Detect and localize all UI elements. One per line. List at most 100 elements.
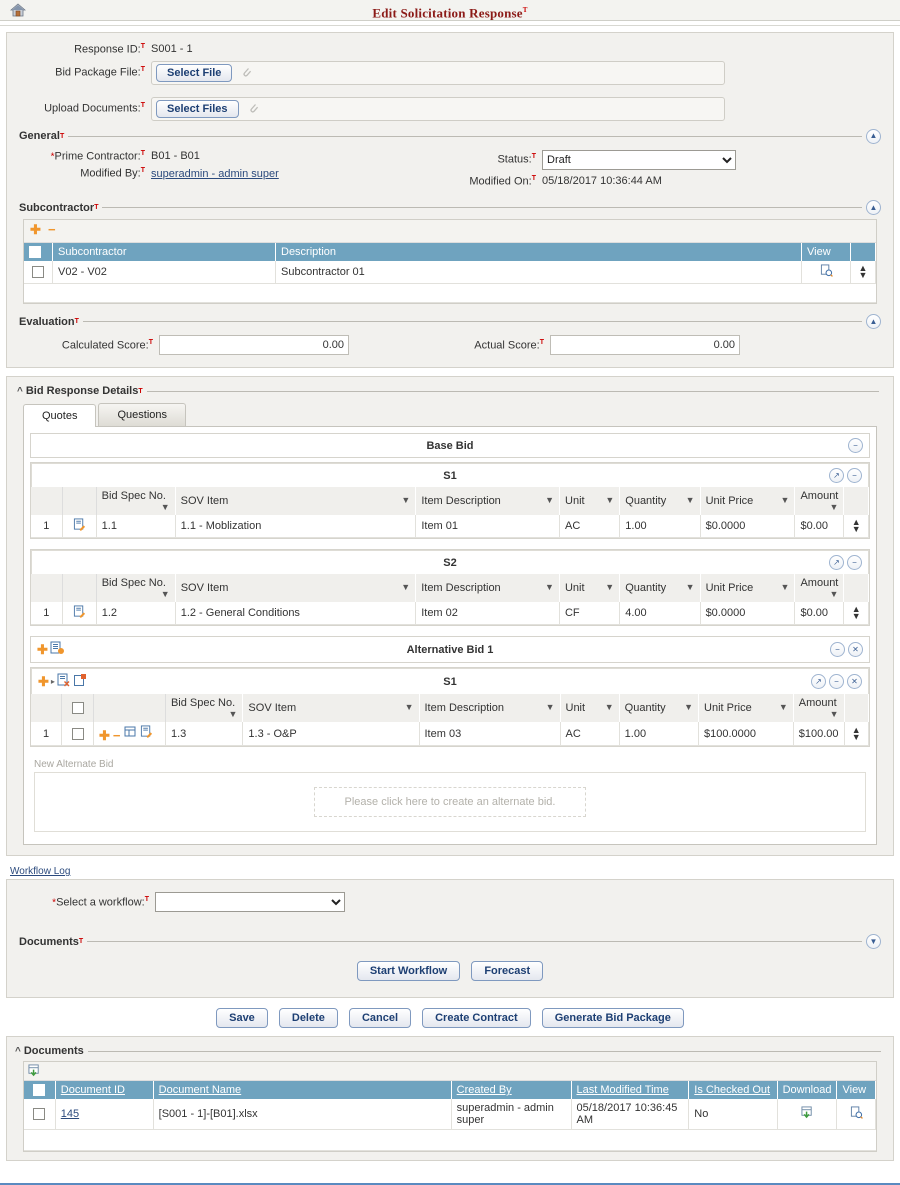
filter-icon[interactable]: ▼ — [546, 702, 555, 712]
workflow-documents-expand-icon[interactable]: ▼ — [866, 934, 881, 949]
s2-collapse-icon[interactable]: − — [847, 555, 862, 571]
home-icon[interactable] — [9, 2, 27, 18]
select-all-checkbox[interactable] — [33, 1084, 46, 1097]
alt-s1-collapse-icon[interactable]: − — [829, 674, 844, 690]
row-scroll-spinner[interactable]: ▲ ▼ — [843, 602, 869, 626]
modified-by-value[interactable]: superadmin - admin super — [151, 168, 279, 180]
alt-s1-delete-icon[interactable]: ✕ — [847, 674, 862, 690]
generate-bid-package-button[interactable]: Generate Bid Package — [541, 1008, 684, 1028]
filter-icon[interactable]: ▼ — [545, 582, 554, 592]
column-last-modified-time[interactable]: Last Modified Time — [577, 1084, 669, 1096]
select-all-checkbox[interactable] — [29, 246, 41, 259]
delete-button[interactable]: Delete — [278, 1008, 338, 1028]
row-checkbox[interactable] — [71, 727, 84, 740]
alternate-bid-settings-icon[interactable] — [50, 641, 65, 658]
workflow-area: Workflow Log — [6, 856, 894, 879]
download-all-icon[interactable] — [28, 1064, 41, 1080]
alternative-bid-delete-icon[interactable]: ✕ — [848, 642, 863, 658]
column-is-checked-out[interactable]: Is Checked Out — [694, 1084, 770, 1096]
add-alternate-bid-icon[interactable]: ✚ — [37, 643, 48, 656]
s2-expand-icon[interactable]: ↗ — [829, 555, 844, 571]
general-collapse-icon[interactable]: ▲ — [866, 128, 881, 144]
save-button[interactable]: Save — [216, 1008, 268, 1028]
subcontractor-grid-toolbar: ✚ − — [24, 220, 876, 244]
column-created-by[interactable]: Created By — [457, 1084, 512, 1096]
column-document-id[interactable]: Document ID — [61, 1084, 125, 1096]
row-checkbox[interactable] — [33, 1108, 46, 1121]
cancel-button[interactable]: Cancel — [348, 1008, 412, 1028]
select-all-checkbox[interactable] — [71, 702, 84, 715]
filter-icon[interactable]: ▼ — [605, 702, 614, 712]
filter-icon[interactable]: ▼ — [779, 702, 788, 712]
filter-icon[interactable]: ▼ — [686, 495, 695, 505]
alt-s1-expand-icon[interactable]: ↗ — [811, 674, 826, 690]
grid-view-icon[interactable] — [124, 726, 140, 741]
s1-table: Bid Spec No. ▼ SOV Item ▼ Item Description… — [31, 487, 869, 539]
remove-row-icon[interactable]: − — [48, 223, 56, 236]
s1-expand-icon[interactable]: ↗ — [829, 468, 844, 484]
edit-record-icon[interactable] — [140, 725, 153, 741]
status-select[interactable]: Draft — [542, 149, 736, 170]
workflow-select[interactable] — [155, 892, 345, 912]
filter-icon[interactable]: ▼ — [684, 702, 693, 712]
cell-row-number: 1 — [31, 602, 63, 626]
cell-document-id[interactable]: 145 — [61, 1108, 79, 1120]
alternative-bid-collapse-icon[interactable]: − — [830, 642, 845, 658]
filter-icon[interactable]: ▼ — [405, 702, 414, 712]
tab-questions[interactable]: Questions — [98, 403, 186, 427]
actual-score-input[interactable] — [550, 335, 740, 356]
prime-contractor-value: B01 - B01 — [151, 149, 200, 162]
start-workflow-button[interactable]: Start Workflow — [356, 961, 461, 981]
filter-icon[interactable]: ▼ — [161, 589, 170, 599]
edit-record-icon[interactable] — [73, 518, 86, 534]
select-files-button[interactable]: Select Files — [156, 99, 239, 118]
create-contract-button[interactable]: Create Contract — [422, 1008, 531, 1028]
row-scroll-spinner[interactable]: ▲ ▼ — [850, 261, 876, 285]
remove-list-icon[interactable] — [57, 673, 71, 690]
filter-icon[interactable]: ▼ — [605, 582, 614, 592]
add-row-icon[interactable]: ✚ — [99, 729, 110, 742]
copy-page-icon[interactable] — [73, 673, 87, 690]
bid-response-collapse-caret[interactable]: ^ — [17, 386, 23, 397]
view-icon[interactable] — [820, 264, 833, 280]
subcontractor-collapse-icon[interactable]: ▲ — [866, 200, 881, 216]
calculated-score-input[interactable] — [159, 335, 349, 356]
filter-icon[interactable]: ▼ — [686, 582, 695, 592]
filter-icon[interactable]: ▼ — [829, 589, 838, 599]
new-alternate-bid-box[interactable]: Please click here to create an alternate… — [34, 772, 866, 832]
table-filler-row — [24, 283, 876, 304]
add-alt-row-icon[interactable]: ✚ — [38, 675, 49, 688]
filter-icon[interactable]: ▼ — [830, 709, 839, 719]
base-bid-collapse-icon[interactable]: − — [848, 438, 863, 454]
row-scroll-spinner[interactable]: ▲ ▼ — [844, 722, 870, 747]
page-title-text: Edit Solicitation Response — [372, 5, 523, 21]
filter-icon[interactable]: ▼ — [161, 502, 170, 512]
tab-quotes[interactable]: Quotes — [23, 404, 97, 428]
filter-icon[interactable]: ▼ — [605, 495, 614, 505]
filter-icon[interactable]: ▼ — [401, 495, 410, 505]
filter-icon[interactable]: ▼ — [829, 502, 838, 512]
view-icon[interactable] — [850, 1106, 863, 1122]
documents-collapse-caret[interactable]: ^ — [15, 1046, 21, 1057]
filter-icon[interactable]: ▼ — [401, 582, 410, 592]
s1-collapse-icon[interactable]: − — [847, 468, 862, 484]
remove-row-icon[interactable]: − — [113, 729, 121, 742]
row-checkbox[interactable] — [32, 266, 44, 279]
column-amount: Amount ▼ — [794, 574, 845, 603]
bid-response-section-title: Bid Response Details — [25, 385, 139, 398]
filter-icon[interactable]: ▼ — [229, 709, 238, 719]
filter-icon[interactable]: ▼ — [781, 582, 790, 592]
table-header-row: Bid Spec No. ▼ SOV Item ▼ Item Description… — [31, 487, 869, 516]
select-file-button[interactable]: Select File — [156, 63, 233, 82]
add-row-icon[interactable]: ✚ — [30, 223, 41, 236]
row-scroll-spinner[interactable]: ▲ ▼ — [843, 515, 869, 539]
workflow-log-link[interactable]: Workflow Log — [10, 866, 70, 877]
evaluation-collapse-icon[interactable]: ▲ — [866, 314, 881, 330]
download-icon[interactable] — [800, 1106, 814, 1122]
edit-record-icon[interactable] — [73, 605, 86, 621]
column-document-name[interactable]: Document Name — [159, 1084, 242, 1096]
filter-icon[interactable]: ▼ — [545, 495, 554, 505]
filter-icon[interactable]: ▼ — [781, 495, 790, 505]
new-alternate-bid-placeholder[interactable]: Please click here to create an alternate… — [313, 787, 587, 817]
forecast-button[interactable]: Forecast — [471, 961, 544, 981]
